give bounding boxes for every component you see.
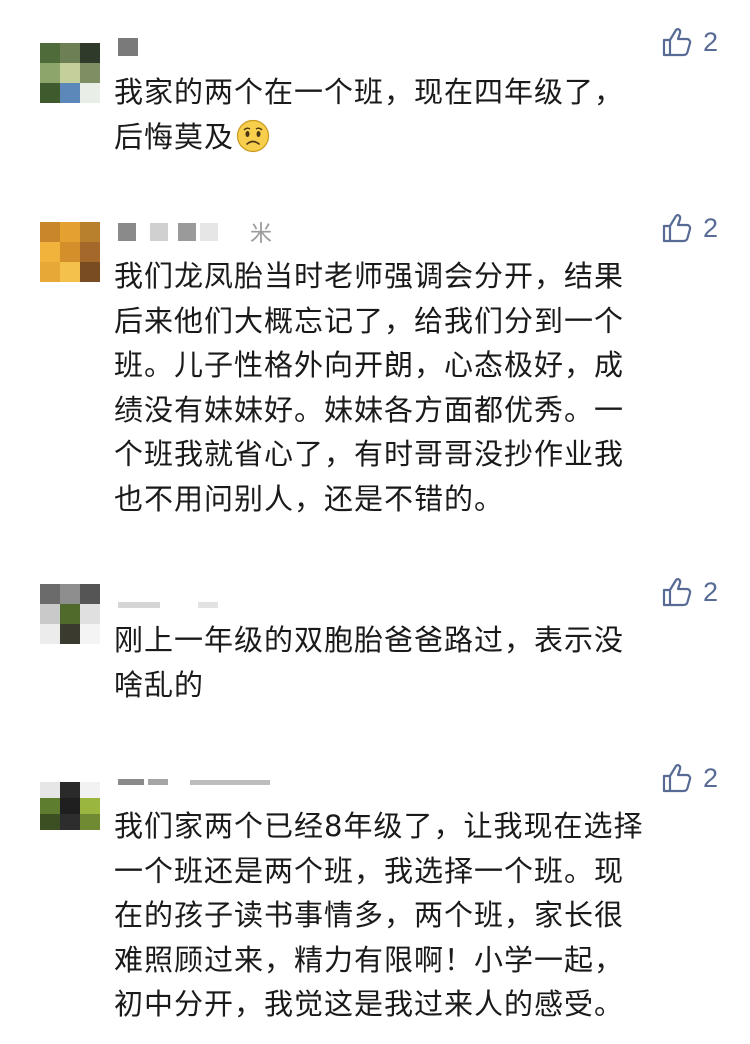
comment-line: 我家的两个在一个班，现在四年级了，: [114, 75, 625, 109]
redacted-name-block: [198, 602, 218, 608]
thumbs-up-icon: [662, 578, 692, 607]
thumbs-up-icon: [662, 764, 692, 793]
comment-text: 我家的两个在一个班，现在四年级了， 后悔莫及: [114, 70, 714, 159]
comment-text: 我们龙凤胎当时老师强调会分开，结果 后来他们大概忘记了，给我们分到一个 班。儿子…: [114, 254, 714, 521]
comment-line: 个班我就省心了，有时哥哥没抄作业我: [114, 437, 625, 471]
comment-line: 后悔莫及: [114, 115, 714, 160]
redacted-name-block: [150, 223, 168, 241]
comment-line-text: 后悔莫及: [114, 119, 235, 154]
avatar[interactable]: [40, 43, 100, 103]
comment-line: 也不用问别人，还是不错的。: [114, 481, 505, 516]
username[interactable]: [118, 594, 218, 616]
comment-line: 在的孩子读书事情多，两个班，家长很: [114, 898, 625, 932]
redacted-name-block: [178, 223, 196, 241]
redacted-name-block: [148, 779, 168, 785]
redacted-name-block: [118, 38, 138, 56]
like-count: 2: [702, 576, 718, 607]
username[interactable]: [118, 36, 138, 58]
avatar[interactable]: [40, 222, 100, 282]
avatar[interactable]: [40, 584, 100, 644]
sad-face-icon: [236, 119, 270, 152]
redacted-name-block: [118, 602, 160, 608]
comment-text: 我们家两个已经8年级了，让我现在选择 一个班还是两个班，我选择一个班。现 在的孩…: [114, 804, 714, 1027]
thumbs-up-icon: [662, 214, 692, 243]
comment-line: 刚上一年级的双胞胎爸爸路过，表示没: [114, 623, 625, 657]
comment-line: 初中分开，我觉这是我过来人的感受。: [114, 987, 625, 1021]
username[interactable]: 米: [118, 221, 272, 247]
like-count: 2: [702, 26, 718, 57]
thumbs-up-icon: [662, 28, 692, 57]
comment-line: 绩没有妹妹好。妹妹各方面都优秀。一: [114, 392, 625, 427]
redacted-name-block: [118, 779, 144, 785]
comment-line: 班。儿子性格外向开朗，心态极好，成: [114, 348, 625, 382]
comment-line: 后来他们大概忘记了，给我们分到一个: [114, 303, 625, 338]
comment-text: 刚上一年级的双胞胎爸爸路过，表示没 啥乱的: [114, 618, 714, 707]
comment-line: 一个班还是两个班，我选择一个班。现: [114, 853, 625, 888]
username-suffix: 米: [250, 222, 273, 247]
redacted-name-block: [190, 779, 270, 785]
redacted-name-block: [118, 223, 136, 241]
like-count: 2: [702, 762, 718, 793]
redacted-name-block: [200, 223, 218, 241]
like-count: 2: [702, 212, 718, 243]
comment-line: 难照顾过来，精力有限啊！小学一起，: [114, 942, 625, 977]
comment-line: 我们家两个已经8年级了，让我现在选择: [114, 809, 644, 843]
avatar[interactable]: [40, 782, 100, 830]
like-button[interactable]: 2: [661, 762, 718, 794]
like-button[interactable]: 2: [661, 212, 718, 244]
like-button[interactable]: 2: [661, 26, 718, 58]
like-button[interactable]: 2: [661, 576, 718, 608]
comment-line: 啥乱的: [114, 667, 205, 702]
username[interactable]: [118, 776, 270, 788]
comment-line: 我们龙凤胎当时老师强调会分开，结果: [114, 259, 625, 293]
